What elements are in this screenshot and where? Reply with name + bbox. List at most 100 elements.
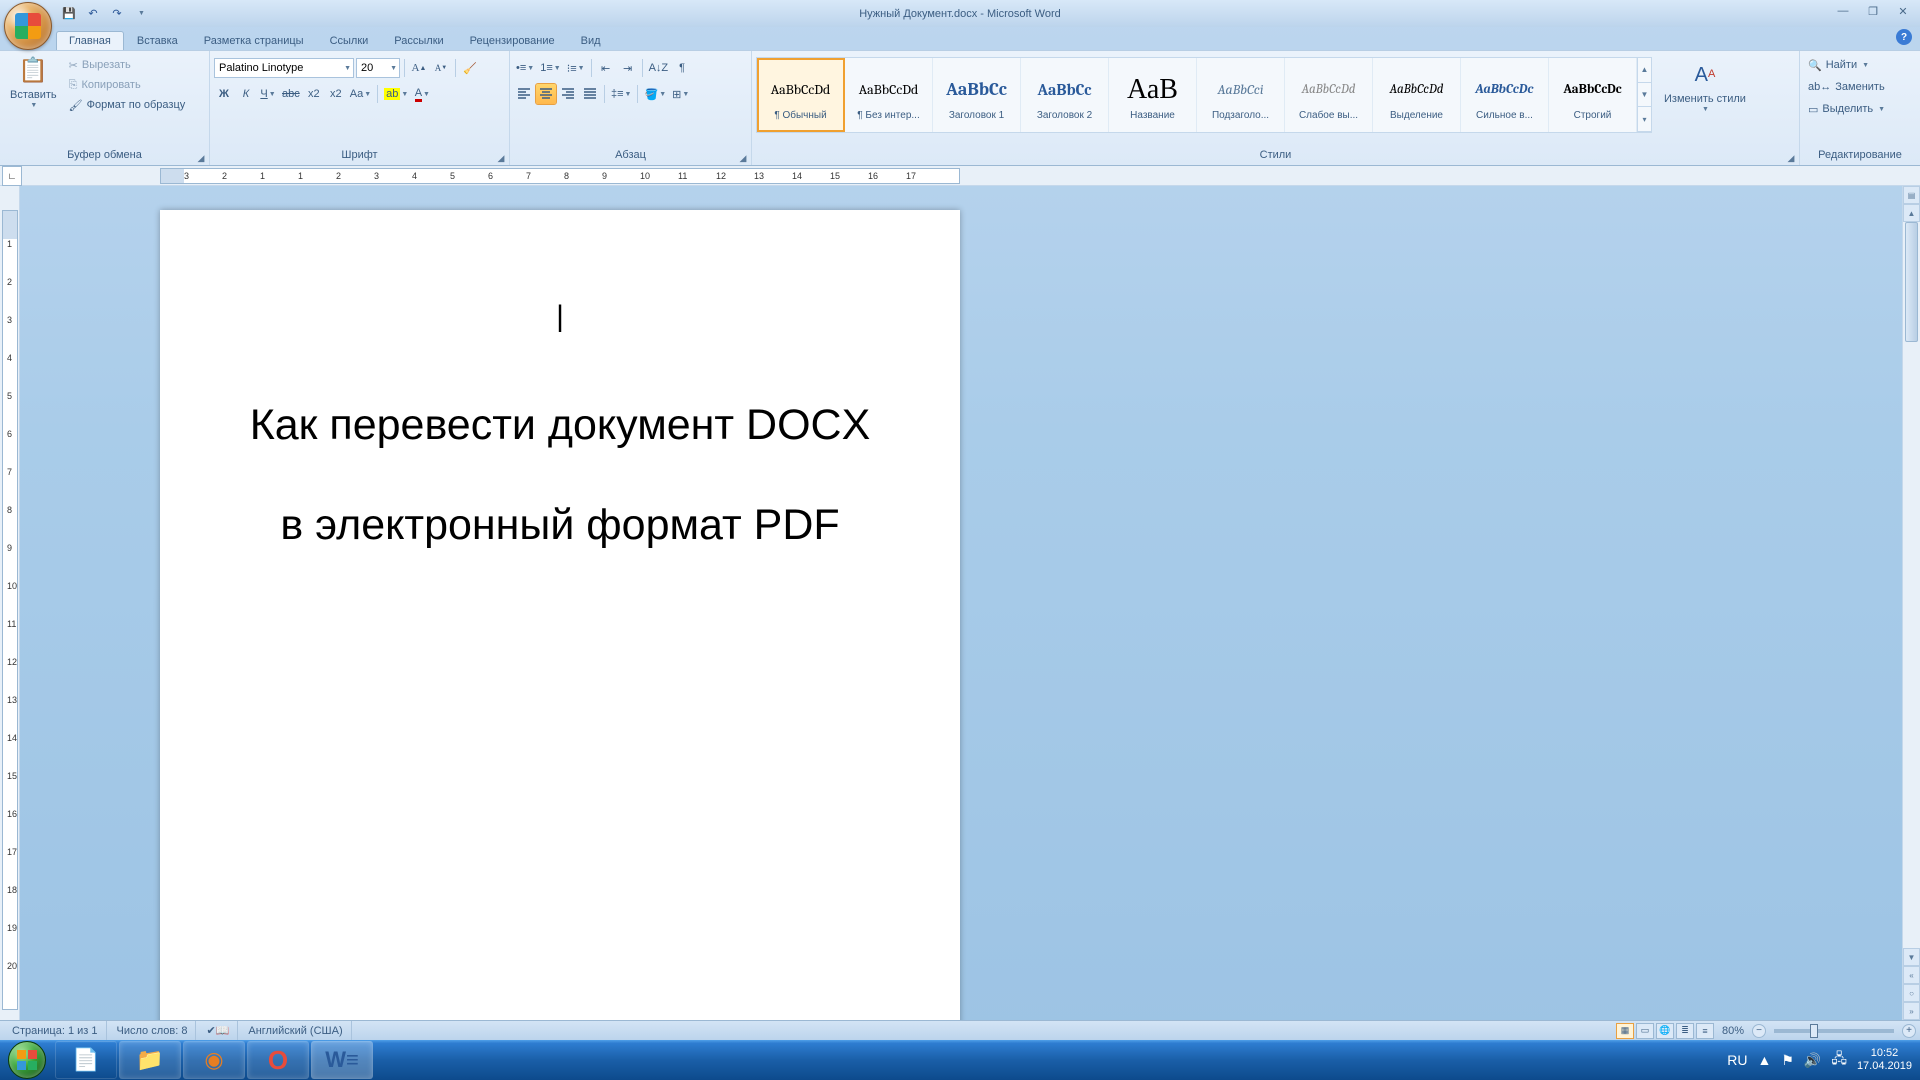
copy-button[interactable]: ⎘Копировать <box>65 75 190 95</box>
tab-page-layout[interactable]: Разметка страницы <box>191 31 317 50</box>
tab-insert[interactable]: Вставка <box>124 31 191 50</box>
vertical-ruler[interactable]: 1234567891011121314151617181920 <box>0 186 20 1020</box>
style-item-9[interactable]: AaBbCcDcСтрогий <box>1549 58 1637 132</box>
start-button[interactable] <box>0 1040 54 1080</box>
change-styles-button[interactable]: AA Изменить стили ▼ <box>1658 57 1752 117</box>
paragraph-launcher[interactable]: ◢ <box>737 152 749 164</box>
task-notepad[interactable]: 📄 <box>55 1041 117 1079</box>
select-button[interactable]: ▭Выделить▼ <box>1804 99 1889 119</box>
document-area[interactable]: | Как перевести документ DOCX в электрон… <box>20 186 1902 1020</box>
font-size-combo[interactable]: ▼ <box>356 58 400 78</box>
task-explorer[interactable]: 📁 <box>119 1041 181 1079</box>
office-button[interactable] <box>4 2 52 50</box>
grow-font-button[interactable]: A▲ <box>409 58 429 78</box>
zoom-slider[interactable] <box>1774 1029 1894 1033</box>
task-app1[interactable]: ◉ <box>183 1041 245 1079</box>
increase-indent-button[interactable]: ⇥ <box>618 58 638 78</box>
paste-button[interactable]: 📋 Вставить ▼ <box>4 53 63 113</box>
tab-view[interactable]: Вид <box>568 31 614 50</box>
italic-button[interactable]: К <box>236 84 256 104</box>
page[interactable]: | Как перевести документ DOCX в электрон… <box>160 210 960 1020</box>
tray-flag-icon[interactable]: ⚑ <box>1781 1052 1794 1069</box>
tab-references[interactable]: Ссылки <box>317 31 382 50</box>
style-item-3[interactable]: AaBbCcЗаголовок 2 <box>1021 58 1109 132</box>
zoom-level[interactable]: 80% <box>1722 1025 1744 1037</box>
align-left-button[interactable] <box>514 84 534 104</box>
help-icon[interactable]: ? <box>1896 29 1912 45</box>
status-word-count[interactable]: Число слов: 8 <box>109 1021 197 1040</box>
view-print-layout[interactable]: ▦ <box>1616 1023 1634 1039</box>
redo-icon[interactable]: ↷ <box>108 5 126 23</box>
status-language[interactable]: Английский (США) <box>240 1021 351 1040</box>
tray-clock[interactable]: 10:52 17.04.2019 <box>1857 1047 1912 1073</box>
zoom-in-button[interactable]: + <box>1902 1024 1916 1038</box>
view-draft[interactable]: ≡ <box>1696 1023 1714 1039</box>
style-item-1[interactable]: AaBbCcDd¶ Без интер... <box>845 58 933 132</box>
show-marks-button[interactable]: ¶ <box>672 58 692 78</box>
status-proofing[interactable]: ✔📖 <box>198 1021 238 1040</box>
font-launcher[interactable]: ◢ <box>495 152 507 164</box>
vertical-scrollbar[interactable]: ▤ ▲ ▼ « ○ » <box>1902 186 1920 1020</box>
styles-launcher[interactable]: ◢ <box>1785 152 1797 164</box>
clear-formatting-button[interactable]: 🧹 <box>460 58 480 78</box>
style-item-4[interactable]: АаВНазвание <box>1109 58 1197 132</box>
superscript-button[interactable]: x2 <box>326 84 346 104</box>
style-item-6[interactable]: AaBbCcDdСлабое вы... <box>1285 58 1373 132</box>
shading-button[interactable]: 🪣▼ <box>642 84 668 104</box>
bullets-button[interactable]: •≡▼ <box>514 58 536 78</box>
style-item-7[interactable]: AaBbCcDdВыделение <box>1373 58 1461 132</box>
shrink-font-button[interactable]: A▼ <box>431 58 451 78</box>
zoom-out-button[interactable]: − <box>1752 1024 1766 1038</box>
bold-button[interactable]: Ж <box>214 84 234 104</box>
font-name-combo[interactable]: ▼ <box>214 58 354 78</box>
view-web-layout[interactable]: 🌐 <box>1656 1023 1674 1039</box>
align-right-button[interactable] <box>558 84 578 104</box>
font-color-button[interactable]: A▼ <box>412 84 432 104</box>
next-page-button[interactable]: » <box>1903 1002 1920 1020</box>
minimize-button[interactable]: ― <box>1830 2 1856 20</box>
close-button[interactable]: ✕ <box>1890 2 1916 20</box>
restore-button[interactable]: ❐ <box>1860 2 1886 20</box>
view-outline[interactable]: ≣ <box>1676 1023 1694 1039</box>
tray-network-icon[interactable]: 🖧 <box>1831 1048 1847 1072</box>
style-item-0[interactable]: AaBbCcDd¶ Обычный <box>757 58 845 132</box>
doc-heading-line2[interactable]: в электронный формат PDF <box>215 495 905 555</box>
change-case-button[interactable]: Aa▼ <box>348 84 373 104</box>
strikethrough-button[interactable]: abc <box>280 84 302 104</box>
browse-object-button[interactable]: ○ <box>1903 984 1920 1002</box>
tab-home[interactable]: Главная <box>56 31 124 50</box>
numbering-button[interactable]: 1≡▼ <box>538 58 562 78</box>
highlight-button[interactable]: ab▼ <box>382 84 410 104</box>
horizontal-ruler[interactable]: ∟ 3211234567891011121314151617 <box>0 166 1920 186</box>
task-opera[interactable]: O <box>247 1041 309 1079</box>
underline-button[interactable]: Ч▼ <box>258 84 278 104</box>
justify-button[interactable] <box>580 84 600 104</box>
qat-customize-icon[interactable]: ▼ <box>132 5 150 23</box>
borders-button[interactable]: ⊞▼ <box>670 84 691 104</box>
line-spacing-button[interactable]: ‡≡▼ <box>609 84 633 104</box>
clipboard-launcher[interactable]: ◢ <box>195 152 207 164</box>
tab-mailings[interactable]: Рассылки <box>381 31 456 50</box>
doc-heading-line1[interactable]: Как перевести документ DOCX <box>215 395 905 455</box>
sort-button[interactable]: A↓Z <box>647 58 671 78</box>
cut-button[interactable]: ✂Вырезать <box>65 55 190 75</box>
subscript-button[interactable]: x2 <box>304 84 324 104</box>
scroll-up-button[interactable]: ▲ <box>1903 204 1920 222</box>
align-center-button[interactable] <box>536 84 556 104</box>
scroll-down-button[interactable]: ▼ <box>1903 948 1920 966</box>
status-page[interactable]: Страница: 1 из 1 <box>4 1021 107 1040</box>
tab-review[interactable]: Рецензирование <box>457 31 568 50</box>
styles-scroll-down[interactable]: ▼ <box>1638 83 1651 108</box>
undo-icon[interactable]: ↶ <box>84 5 102 23</box>
format-painter-button[interactable]: 🖌Формат по образцу <box>65 95 190 115</box>
prev-page-button[interactable]: « <box>1903 966 1920 984</box>
styles-expand[interactable]: ▾ <box>1638 107 1651 132</box>
task-word[interactable]: W≡ <box>311 1041 373 1079</box>
style-item-8[interactable]: AaBbCcDcСильное в... <box>1461 58 1549 132</box>
styles-scroll-up[interactable]: ▲ <box>1638 58 1651 83</box>
view-full-screen[interactable]: ▭ <box>1636 1023 1654 1039</box>
style-item-2[interactable]: AaBbCcЗаголовок 1 <box>933 58 1021 132</box>
style-item-5[interactable]: AaBbCciПодзаголо... <box>1197 58 1285 132</box>
tray-volume-icon[interactable]: 🔊 <box>1804 1052 1821 1069</box>
scroll-thumb[interactable] <box>1905 222 1918 342</box>
